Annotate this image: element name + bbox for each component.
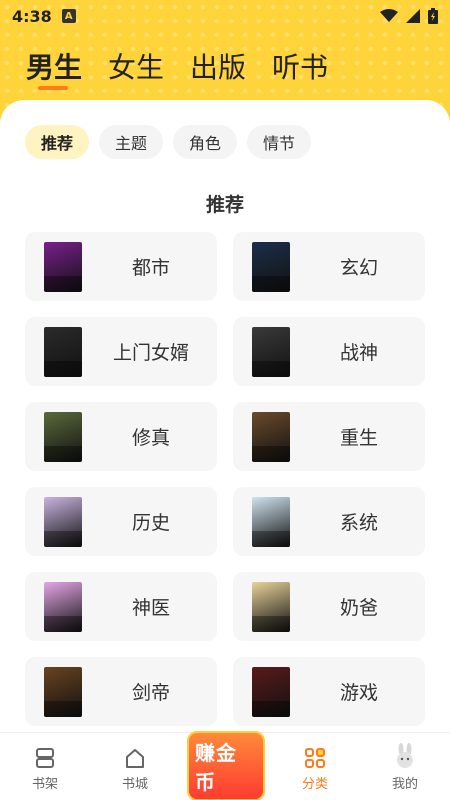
book-cover	[252, 496, 290, 547]
wifi-icon	[380, 9, 398, 22]
genre-item[interactable]: 都市	[25, 232, 217, 301]
tab-publish-label: 出版	[190, 51, 247, 84]
tab-female-label: 女生	[108, 51, 165, 84]
book-cover	[252, 581, 290, 632]
genre-label: 重生	[339, 427, 378, 449]
home-icon	[126, 749, 144, 768]
nav-bookstore[interactable]: 书城	[90, 733, 180, 800]
tab-audiobook[interactable]: 听书	[272, 46, 328, 86]
genre-item[interactable]: 重生	[233, 402, 425, 471]
genre-item[interactable]: 奶爸	[233, 572, 425, 641]
chip-theme[interactable]: 主题	[99, 125, 164, 159]
book-cover	[44, 581, 82, 632]
tab-publish[interactable]: 出版	[190, 46, 246, 86]
genre-label: 修真	[131, 427, 170, 449]
book-cover	[44, 666, 82, 717]
app-notification-icon: A	[61, 9, 76, 23]
category-card: 推荐 主题 角色 情节 推荐 都市 玄幻 上门女婿 战神 修真 重生 历史 系统…	[0, 100, 450, 732]
genre-label: 神医	[131, 597, 170, 619]
genre-label: 上门女婿	[112, 342, 189, 364]
genre-item[interactable]: 玄幻	[233, 232, 425, 301]
status-time: 4:38	[12, 6, 52, 26]
nav-category[interactable]: 分类	[270, 733, 360, 800]
genre-item[interactable]: 剑帝	[25, 657, 217, 726]
genre-label: 玄幻	[339, 257, 378, 279]
bookshelf-icon	[36, 748, 54, 768]
tab-male[interactable]: 男生	[26, 46, 83, 90]
genre-grid: 都市 玄幻 上门女婿 战神 修真 重生 历史 系统 神医 奶爸 剑帝 游戏	[25, 232, 425, 726]
genre-item[interactable]: 游戏	[233, 657, 425, 726]
filter-chips: 推荐 主题 角色 情节	[25, 125, 312, 159]
nav-category-label: 分类	[301, 777, 328, 792]
nav-bookshelf[interactable]: 书架	[0, 733, 90, 800]
chip-role[interactable]: 角色	[173, 125, 238, 159]
genre-label: 系统	[339, 512, 378, 534]
active-tab-indicator	[38, 86, 68, 90]
book-cover	[44, 411, 82, 462]
book-cover	[252, 326, 290, 377]
genre-item[interactable]: 战神	[233, 317, 425, 386]
genre-label: 剑帝	[131, 682, 170, 704]
genre-item[interactable]: 历史	[25, 487, 217, 556]
genre-item[interactable]: 系统	[233, 487, 425, 556]
profile-rabbit-icon	[397, 743, 413, 768]
earn-coins-button[interactable]: 赚金币	[187, 731, 265, 800]
nav-profile-label: 我的	[391, 777, 418, 792]
status-icons	[380, 8, 438, 24]
genre-label: 奶爸	[339, 597, 378, 619]
chip-recommend[interactable]: 推荐	[25, 125, 90, 159]
genre-label: 战神	[339, 342, 378, 364]
book-cover	[44, 326, 82, 377]
battery-icon	[428, 8, 438, 24]
book-cover	[252, 411, 290, 462]
genre-item[interactable]: 修真	[25, 402, 217, 471]
genre-label: 都市	[131, 257, 170, 279]
category-grid-icon	[305, 748, 325, 768]
nav-bookshelf-label: 书架	[31, 777, 58, 792]
nav-bookstore-label: 书城	[121, 777, 148, 792]
book-cover	[44, 496, 82, 547]
tab-female[interactable]: 女生	[108, 46, 164, 86]
chip-plot[interactable]: 情节	[247, 125, 312, 159]
nav-profile[interactable]: 我的	[360, 733, 450, 800]
tab-audiobook-label: 听书	[272, 51, 329, 84]
genre-item[interactable]: 上门女婿	[25, 317, 217, 386]
book-cover	[252, 666, 290, 717]
book-cover	[44, 241, 82, 292]
book-cover	[252, 241, 290, 292]
genre-label: 历史	[131, 512, 170, 534]
tab-male-label: 男生	[26, 51, 83, 84]
genre-label: 游戏	[339, 682, 378, 704]
genre-item[interactable]: 神医	[25, 572, 217, 641]
status-bar: 4:38 A	[0, 0, 450, 32]
signal-icon	[406, 9, 420, 23]
channel-tabs: 男生 女生 出版 听书	[26, 46, 328, 90]
earn-coins-label: 赚金币	[187, 731, 265, 800]
section-title: 推荐	[205, 194, 244, 216]
